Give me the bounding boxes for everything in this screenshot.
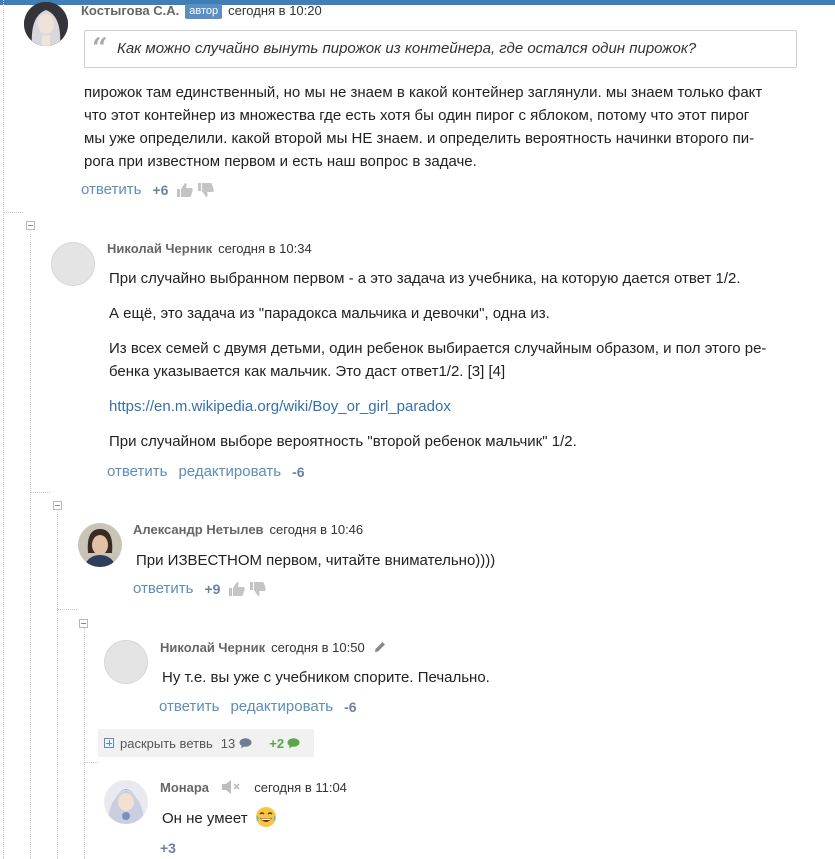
thread-line [30,492,50,493]
quote-text: Как можно случайно вынуть пирожок из кон… [117,40,697,57]
text-paragraph: При случайно выбранном первом - а это за… [109,270,741,287]
collapse-icon[interactable] [26,221,35,230]
thumb-up-icon[interactable] [229,581,246,596]
author-name[interactable]: Николай Черник [160,640,265,655]
comment-bubble-icon [239,737,252,748]
comment-score: -6 [292,463,305,480]
thread-line [3,212,23,213]
thread-line [57,609,77,610]
text-line: мы уже определили. какой второй мы НЕ зн… [84,130,755,147]
comment-time[interactable]: сегодня в 11:04 [254,780,347,795]
reply-button[interactable]: ответить [133,580,193,597]
expand-count: 13 [220,735,236,751]
comment-meta: Николай Черник сегодня в 10:34 [107,241,312,256]
text-line: что этот контейнер из множества где есть… [84,107,750,124]
comment-time[interactable]: сегодня в 10:20 [228,3,322,18]
author-name[interactable]: Николай Черник [107,241,212,256]
thread-line [30,234,31,859]
comment-bubble-icon [287,737,300,748]
thumb-down-icon[interactable] [198,182,215,197]
comment-score: +9 [204,580,221,597]
thread-line [84,628,85,859]
edit-button[interactable]: редактировать [230,698,333,715]
text-paragraph: бенка указывается как мальчик. Это даст … [109,363,506,380]
pencil-icon [375,642,386,652]
thumb-down-icon[interactable] [250,581,267,596]
comment-time[interactable]: сегодня в 10:46 [270,522,364,537]
comment-meta: Александр Нетылев сегодня в 10:46 [133,522,363,537]
comment-time[interactable]: сегодня в 10:34 [218,241,312,256]
text-paragraph: А ещё, это задача из "парадокса мальчика… [109,305,550,322]
avatar-image [24,2,68,46]
collapse-icon[interactable] [79,619,88,628]
author-badge: автор [185,4,223,19]
reply-button[interactable]: ответить [107,463,167,480]
expand-branch-button[interactable]: раскрыть ветвь 13 +2 [98,729,314,757]
comment-score: -6 [344,698,357,715]
comment-meta: Костыгова С.А. автор сегодня в 10:20 [81,3,322,19]
thread-line [84,762,98,763]
avatar[interactable] [78,523,122,567]
comment-score: +6 [152,181,169,198]
comment-actions: ответить +9 [133,580,271,597]
comment-meta: Монара сегодня в 11:04 [160,779,347,795]
text-paragraph: При случайном выборе вероятность "второй… [109,433,577,450]
comment-actions: ответить редактировать -6 [159,698,357,715]
text-paragraph: Из всех семей с двумя детьми, один ребен… [109,340,767,357]
comment-actions: +3 [160,840,185,856]
comment-text-content: Он не умеет [162,810,248,827]
quote-icon: “ [92,33,108,64]
muted-speaker-icon[interactable] [221,779,241,795]
comment-time[interactable]: сегодня в 10:50 [271,640,365,655]
text-line: пирожок там единственный, но мы не знаем… [84,84,763,101]
author-name[interactable]: Монара [160,780,209,795]
avatar-image [78,523,122,567]
comment-meta: Николай Черник сегодня в 10:50 [160,640,386,655]
collapse-icon[interactable] [53,501,62,510]
comment-actions: ответить редактировать -6 [107,463,305,480]
reply-button[interactable]: ответить [159,698,219,715]
author-name[interactable]: Костыгова С.А. [81,3,179,18]
wiki-link[interactable]: https://en.m.wikipedia.org/wiki/Boy_or_g… [109,398,451,415]
reply-button[interactable]: ответить [81,181,141,198]
comment-text: При случайно выбранном первом - а это за… [109,267,809,453]
avatar[interactable] [24,2,68,46]
avatar[interactable] [104,640,148,684]
new-comments-count: +2 [269,735,285,751]
thread-line [3,0,4,859]
avatar[interactable] [51,242,95,286]
comment-text: пирожок там единственный, но мы не знаем… [84,81,794,173]
thumb-up-icon[interactable] [177,182,194,197]
quote-block: “ Как можно случайно вынуть пирожок из к… [84,30,797,68]
laughing-emoji-icon [255,807,276,827]
comment-score: +3 [160,840,176,856]
expand-icon [104,738,114,748]
avatar[interactable] [104,780,148,824]
edit-button[interactable]: редактировать [178,463,281,480]
expand-label: раскрыть ветвь [120,735,213,751]
comment-text: Ну т.е. вы уже с учебником спорите. Печа… [162,669,490,686]
author-name[interactable]: Александр Нетылев [133,522,264,537]
text-line: рога при известном первом и есть наш воп… [84,153,477,170]
thread-line [57,512,58,859]
comment-text: При ИЗВЕСТНОМ первом, читайте внимательн… [136,552,496,569]
avatar-image [104,780,148,824]
comment-actions: ответить +6 [81,181,219,198]
comment-text: Он не умеет [162,806,277,830]
